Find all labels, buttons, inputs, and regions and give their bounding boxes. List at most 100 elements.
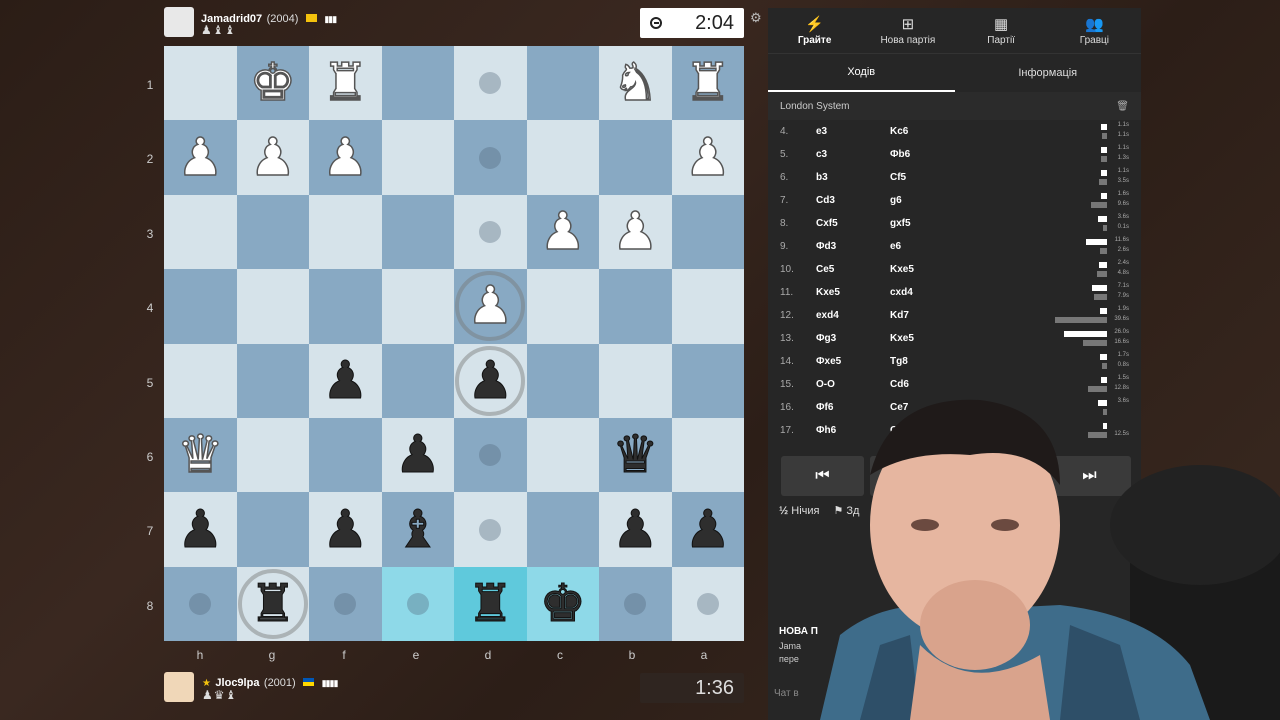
white-move[interactable]: Фg3 <box>816 333 890 344</box>
black-pawn[interactable]: ♟ <box>176 503 224 556</box>
move-hint-dot[interactable] <box>479 518 502 541</box>
square-b8[interactable] <box>599 566 672 642</box>
move-row[interactable]: 5. c3 Фb6 1.1s 1.3s <box>780 143 1129 166</box>
square-e7[interactable]: ♝ <box>381 492 454 567</box>
square-b6[interactable]: ♛ <box>599 417 672 493</box>
white-pawn[interactable]: ♟ <box>321 131 369 185</box>
move-row[interactable]: 7. Cd3 g6 1.6s 9.6s <box>780 189 1129 212</box>
square-c3[interactable]: ♟ <box>526 194 599 270</box>
black-move[interactable]: Фb6 <box>890 149 1010 160</box>
square-b2[interactable] <box>599 120 672 195</box>
black-move[interactable]: g6 <box>890 195 1010 206</box>
white-move[interactable]: Kxe5 <box>816 287 890 298</box>
black-rook[interactable]: ♜ <box>466 577 514 630</box>
white-knight[interactable]: ♞ <box>611 56 659 110</box>
black-king[interactable]: ♚ <box>539 577 587 630</box>
square-f4[interactable] <box>309 269 382 344</box>
square-g4[interactable] <box>236 269 309 344</box>
chat-input[interactable]: Чат в <box>774 688 799 699</box>
move-hint-dot[interactable] <box>189 592 212 615</box>
move-row[interactable]: 14. Фxe5 Tg8 1.7s 0.8s <box>780 350 1129 373</box>
white-pawn[interactable]: ♟ <box>684 131 732 185</box>
square-g2[interactable]: ♟ <box>236 120 309 195</box>
nav-players[interactable]: 👥 Гравці <box>1048 8 1141 53</box>
black-move[interactable]: Kd7 <box>890 310 1010 321</box>
black-pawn[interactable]: ♟ <box>611 503 659 556</box>
square-f7[interactable]: ♟ <box>309 492 382 567</box>
white-move[interactable]: Фxe5 <box>816 356 890 367</box>
square-e4[interactable] <box>381 269 454 344</box>
white-move[interactable]: exd4 <box>816 310 890 321</box>
move-row[interactable]: 10. Ce5 Kxe5 2.4s 4.8s <box>780 258 1129 281</box>
nav-games[interactable]: ▦ Партії <box>955 8 1048 53</box>
chess-board[interactable]: ♚ ♜ ♞ ♜ ♟ ♟ ♟ ♟ ♟ ♟ ♟ ♟ ♟ ♛ ♟ ♛ ♟ ♟ ♝ ♟ <box>164 46 744 642</box>
square-d6[interactable] <box>454 417 527 493</box>
square-h7[interactable]: ♟ <box>164 492 237 567</box>
white-rook[interactable]: ♜ <box>684 56 732 110</box>
black-move[interactable]: Kc6 <box>890 126 1010 137</box>
square-f6[interactable] <box>309 417 382 493</box>
square-e1[interactable] <box>381 46 454 121</box>
move-hint-dot[interactable] <box>479 146 502 169</box>
white-pawn[interactable]: ♟ <box>611 205 659 259</box>
black-move[interactable]: Cf5 <box>890 172 1010 183</box>
move-hint-dot[interactable] <box>479 72 502 95</box>
square-h5[interactable] <box>164 343 237 418</box>
white-move[interactable]: Ce5 <box>816 264 890 275</box>
tab-moves[interactable]: Ходів <box>768 54 955 92</box>
black-rook[interactable]: ♜ <box>249 577 297 630</box>
move-hint-dot[interactable] <box>406 592 429 615</box>
move-row[interactable]: 6. b3 Cf5 1.1s 3.5s <box>780 166 1129 189</box>
gear-icon[interactable]: ⚙ <box>750 10 762 26</box>
square-d8[interactable]: ♜ <box>454 566 527 642</box>
square-f1[interactable]: ♜ <box>309 46 382 121</box>
move-list[interactable]: 4. e3 Kc6 1.1s 1.1s 5. c3 Фb6 1.1s 1.3s 6. b3 Cf5 1.1… <box>768 120 1141 442</box>
square-h8[interactable] <box>164 566 237 642</box>
black-pawn[interactable]: ♟ <box>466 354 514 407</box>
move-row[interactable]: 13. Фg3 Kxe5 26.0s 16.6s <box>780 327 1129 350</box>
move-hint-dot[interactable] <box>624 592 647 615</box>
square-f5[interactable]: ♟ <box>309 343 382 418</box>
move-hint-dot[interactable] <box>334 592 357 615</box>
square-c8[interactable]: ♚ <box>526 566 599 642</box>
white-king[interactable]: ♚ <box>249 56 297 110</box>
white-pawn[interactable]: ♟ <box>176 131 224 185</box>
square-b3[interactable]: ♟ <box>599 194 672 270</box>
move-hint-dot[interactable] <box>696 592 719 615</box>
black-move[interactable]: gxf5 <box>890 218 1010 229</box>
square-f8[interactable] <box>309 566 382 642</box>
square-a1[interactable]: ♜ <box>671 46 744 121</box>
square-h4[interactable] <box>164 269 237 344</box>
square-d4[interactable]: ♟ <box>454 269 527 344</box>
square-a8[interactable] <box>671 566 744 642</box>
move-row[interactable]: 12. exd4 Kd7 1.9s 39.6s <box>780 304 1129 327</box>
move-hint-dot[interactable] <box>479 444 502 467</box>
move-row[interactable]: 9. Фd3 e6 11.6s 2.6s <box>780 235 1129 258</box>
white-pawn[interactable]: ♟ <box>466 280 514 334</box>
square-g6[interactable] <box>236 417 309 493</box>
square-g7[interactable] <box>236 492 309 567</box>
square-h1[interactable] <box>164 46 237 121</box>
square-e5[interactable] <box>381 343 454 418</box>
move-row[interactable]: 8. Cxf5 gxf5 3.6s 0.1s <box>780 212 1129 235</box>
square-a2[interactable]: ♟ <box>671 120 744 195</box>
move-row[interactable]: 15. O-O Cd6 1.5s 12.8s <box>780 373 1129 396</box>
square-g3[interactable] <box>236 194 309 270</box>
square-c5[interactable] <box>526 343 599 418</box>
white-move[interactable]: Фd3 <box>816 241 890 252</box>
black-move[interactable]: Kxe5 <box>890 333 1010 344</box>
square-e2[interactable] <box>381 120 454 195</box>
square-f2[interactable]: ♟ <box>309 120 382 195</box>
square-a3[interactable] <box>671 194 744 270</box>
square-f3[interactable] <box>309 194 382 270</box>
square-e3[interactable] <box>381 194 454 270</box>
white-move[interactable]: O-O <box>816 379 890 390</box>
square-c6[interactable] <box>526 417 599 493</box>
square-h2[interactable]: ♟ <box>164 120 237 195</box>
square-b5[interactable] <box>599 343 672 418</box>
white-queen[interactable]: ♛ <box>176 428 224 482</box>
top-player-avatar[interactable] <box>164 7 194 37</box>
square-a7[interactable]: ♟ <box>671 492 744 567</box>
white-pawn[interactable]: ♟ <box>539 205 587 259</box>
tab-info[interactable]: Інформація <box>955 54 1142 92</box>
